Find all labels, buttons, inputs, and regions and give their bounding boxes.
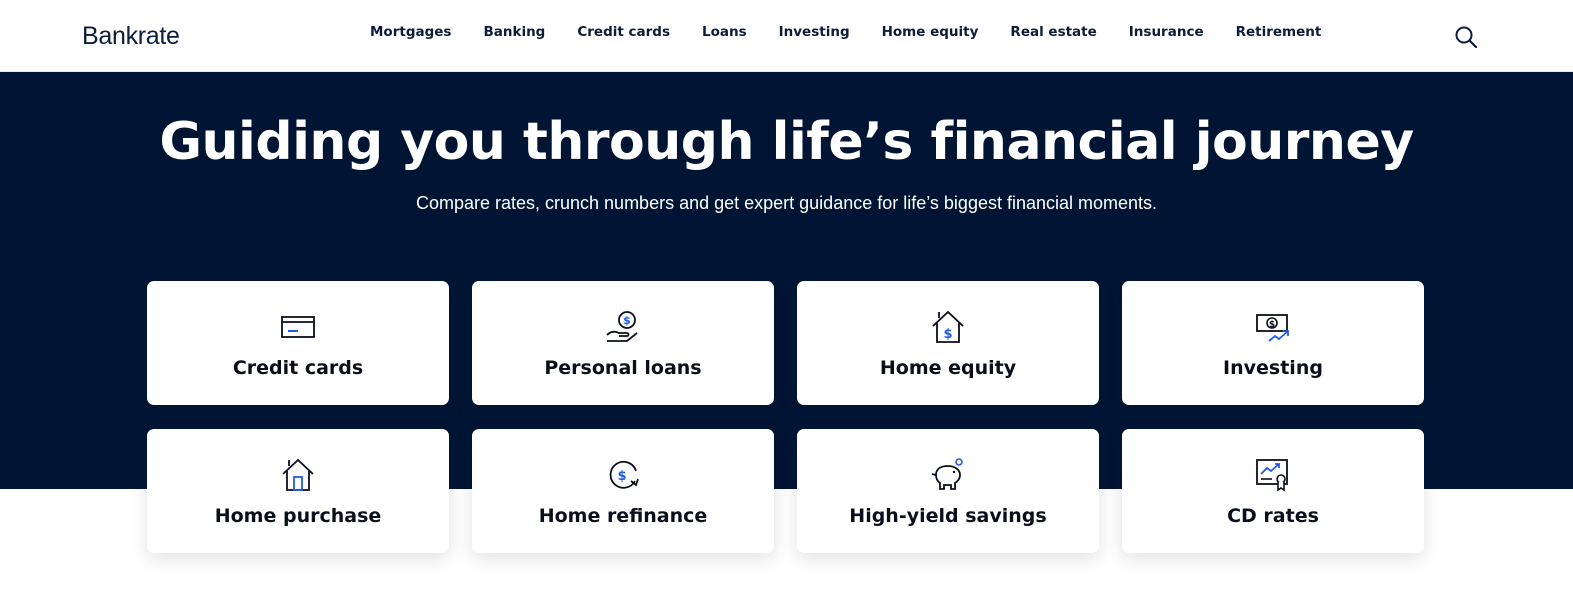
- card-credit-cards[interactable]: Credit cards: [147, 281, 449, 405]
- credit-card-icon: [281, 316, 315, 338]
- card-personal-loans[interactable]: $ Personal loans: [472, 281, 774, 405]
- top-navigation-bar: Bankrate Mortgages Banking Credit cards …: [0, 0, 1573, 72]
- search-icon[interactable]: [1454, 25, 1478, 49]
- card-label: Investing: [1223, 357, 1323, 379]
- card-label: Home purchase: [214, 505, 382, 527]
- svg-text:$: $: [1269, 320, 1275, 330]
- nav-item-home-equity[interactable]: Home equity: [882, 24, 979, 40]
- refinance-icon: $: [609, 460, 639, 489]
- house-door-icon: [282, 458, 314, 491]
- card-investing[interactable]: $ Investing: [1122, 281, 1424, 405]
- main-nav: Mortgages Banking Credit cards Loans Inv…: [370, 24, 1353, 40]
- piggy-bank-icon: [931, 458, 963, 490]
- svg-text:$: $: [617, 469, 626, 484]
- nav-item-banking[interactable]: Banking: [483, 24, 545, 40]
- house-dollar-icon: $: [932, 310, 964, 343]
- nav-item-credit-cards[interactable]: Credit cards: [577, 24, 670, 40]
- card-label: High-yield savings: [849, 505, 1047, 527]
- hero-title: Guiding you through life’s financial jou…: [159, 112, 1414, 172]
- card-label: Home equity: [879, 357, 1017, 379]
- nav-item-insurance[interactable]: Insurance: [1129, 24, 1204, 40]
- certificate-icon: [1256, 459, 1288, 492]
- svg-text:$: $: [943, 327, 952, 342]
- card-home-refinance[interactable]: $ Home refinance: [472, 429, 774, 553]
- card-home-purchase[interactable]: Home purchase: [147, 429, 449, 553]
- nav-item-retirement[interactable]: Retirement: [1236, 24, 1322, 40]
- hero-subtitle: Compare rates, crunch numbers and get ex…: [415, 193, 1158, 213]
- investing-icon: $: [1256, 314, 1289, 342]
- hand-coin-icon: $: [606, 311, 638, 342]
- nav-item-real-estate[interactable]: Real estate: [1010, 24, 1096, 40]
- nav-item-loans[interactable]: Loans: [702, 24, 747, 40]
- card-label: Credit cards: [232, 357, 364, 379]
- card-label: Home refinance: [538, 505, 708, 527]
- bankrate-logo[interactable]: Bankrate: [82, 22, 180, 51]
- card-high-yield-savings[interactable]: High-yield savings: [797, 429, 1099, 553]
- nav-item-investing[interactable]: Investing: [779, 24, 850, 40]
- svg-text:$: $: [623, 314, 631, 327]
- card-label: CD rates: [1227, 505, 1319, 527]
- card-label: Personal loans: [544, 357, 702, 379]
- card-home-equity[interactable]: $ Home equity: [797, 281, 1099, 405]
- card-cd-rates[interactable]: CD rates: [1122, 429, 1424, 553]
- nav-item-mortgages[interactable]: Mortgages: [370, 24, 451, 40]
